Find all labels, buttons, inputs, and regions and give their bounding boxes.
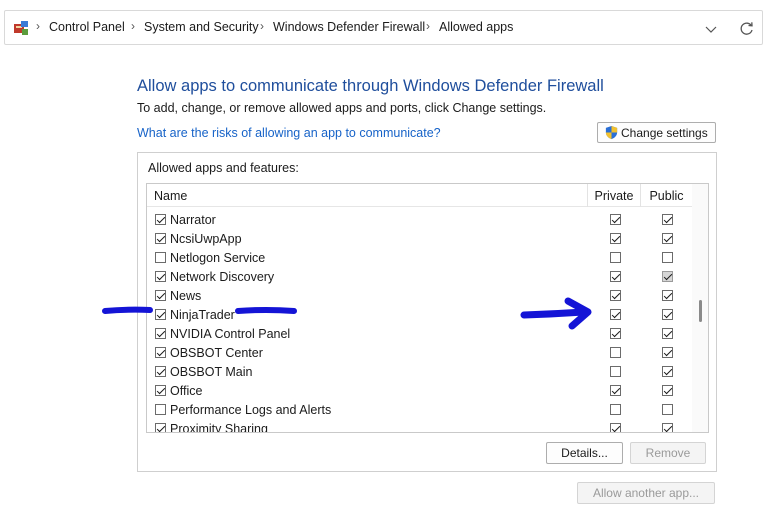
app-row[interactable]: Office xyxy=(147,381,692,400)
chevron-right-icon: › xyxy=(36,19,40,33)
public-checkbox[interactable] xyxy=(662,423,673,432)
private-checkbox[interactable] xyxy=(610,233,621,244)
app-enabled-checkbox[interactable] xyxy=(155,404,166,415)
page-title: Allow apps to communicate through Window… xyxy=(137,77,604,95)
app-row[interactable]: Performance Logs and Alerts xyxy=(147,400,692,419)
address-bar[interactable]: › Control Panel › System and Security › … xyxy=(4,10,763,45)
remove-button[interactable]: Remove xyxy=(630,442,706,464)
chevron-down-icon[interactable] xyxy=(702,21,720,37)
allowed-apps-group: Allowed apps and features: Name Private … xyxy=(137,152,717,472)
vertical-scrollbar[interactable] xyxy=(692,184,708,432)
breadcrumb-allowed-apps[interactable]: Allowed apps xyxy=(439,20,513,34)
app-row[interactable]: Network Discovery xyxy=(147,267,692,286)
allow-another-app-button[interactable]: Allow another app... xyxy=(577,482,715,504)
private-checkbox[interactable] xyxy=(610,309,621,320)
public-checkbox[interactable] xyxy=(662,347,673,358)
private-checkbox[interactable] xyxy=(610,328,621,339)
public-checkbox[interactable] xyxy=(662,404,673,415)
private-checkbox[interactable] xyxy=(610,290,621,301)
app-row[interactable]: Proximity Sharing xyxy=(147,419,692,433)
private-checkbox[interactable] xyxy=(610,423,621,432)
page-subtitle: To add, change, or remove allowed apps a… xyxy=(137,101,547,115)
public-checkbox[interactable] xyxy=(662,366,673,377)
column-header-name[interactable]: Name xyxy=(154,189,187,203)
app-enabled-checkbox[interactable] xyxy=(155,290,166,301)
chevron-right-icon: › xyxy=(260,19,264,33)
app-row[interactable]: Netlogon Service xyxy=(147,248,692,267)
app-enabled-checkbox[interactable] xyxy=(155,328,166,339)
private-checkbox[interactable] xyxy=(610,271,621,282)
annotation-redaction-mark xyxy=(235,307,297,314)
app-enabled-checkbox[interactable] xyxy=(155,366,166,377)
app-name: Performance Logs and Alerts xyxy=(170,403,332,417)
app-row[interactable]: News xyxy=(147,286,692,305)
app-name: NcsiUwpApp xyxy=(170,232,242,246)
control-panel-icon xyxy=(14,21,28,35)
app-enabled-checkbox[interactable] xyxy=(155,347,166,358)
public-checkbox[interactable] xyxy=(662,233,673,244)
public-checkbox[interactable] xyxy=(662,290,673,301)
private-checkbox[interactable] xyxy=(610,385,621,396)
public-checkbox[interactable] xyxy=(662,385,673,396)
column-header-private[interactable]: Private xyxy=(587,184,640,207)
private-checkbox[interactable] xyxy=(610,366,621,377)
chevron-right-icon: › xyxy=(426,19,430,33)
app-enabled-checkbox[interactable] xyxy=(155,214,166,225)
app-row[interactable]: NinjaTrader xyxy=(147,305,692,324)
private-checkbox[interactable] xyxy=(610,404,621,415)
public-checkbox[interactable] xyxy=(662,271,673,282)
allowed-apps-label: Allowed apps and features: xyxy=(148,161,299,175)
app-name: Proximity Sharing xyxy=(170,422,268,433)
app-row[interactable]: NcsiUwpApp xyxy=(147,229,692,248)
app-name: Narrator xyxy=(170,213,216,227)
chevron-right-icon: › xyxy=(131,19,135,33)
details-button[interactable]: Details... xyxy=(546,442,623,464)
breadcrumb-system-security[interactable]: System and Security xyxy=(144,20,259,34)
app-name: NinjaTrader xyxy=(170,308,235,322)
app-name: Network Discovery xyxy=(170,270,275,284)
annotation-arrow xyxy=(520,297,592,330)
app-name: NVIDIA Control Panel xyxy=(170,327,291,341)
change-settings-label: Change settings xyxy=(621,125,708,140)
app-name: OBSBOT Main xyxy=(170,365,253,379)
app-row[interactable]: Narrator xyxy=(147,210,692,229)
uac-shield-icon xyxy=(605,125,618,140)
breadcrumb-firewall[interactable]: Windows Defender Firewall xyxy=(273,20,425,34)
refresh-icon[interactable] xyxy=(738,20,756,38)
scrollbar-thumb[interactable] xyxy=(699,300,702,322)
app-name: News xyxy=(170,289,202,303)
public-checkbox[interactable] xyxy=(662,309,673,320)
list-header: Name Private Public xyxy=(147,184,692,207)
app-name: OBSBOT Center xyxy=(170,346,263,360)
app-enabled-checkbox[interactable] xyxy=(155,423,166,432)
private-checkbox[interactable] xyxy=(610,214,621,225)
breadcrumb-control-panel[interactable]: Control Panel xyxy=(49,20,125,34)
app-enabled-checkbox[interactable] xyxy=(155,309,166,320)
app-row[interactable]: NVIDIA Control Panel xyxy=(147,324,692,343)
private-checkbox[interactable] xyxy=(610,347,621,358)
app-name: Netlogon Service xyxy=(170,251,266,265)
column-header-public[interactable]: Public xyxy=(640,184,692,207)
app-enabled-checkbox[interactable] xyxy=(155,252,166,263)
app-enabled-checkbox[interactable] xyxy=(155,271,166,282)
app-row[interactable]: OBSBOT Center xyxy=(147,343,692,362)
risks-link[interactable]: What are the risks of allowing an app to… xyxy=(137,126,441,140)
public-checkbox[interactable] xyxy=(662,252,673,263)
app-enabled-checkbox[interactable] xyxy=(155,233,166,244)
public-checkbox[interactable] xyxy=(662,214,673,225)
public-checkbox[interactable] xyxy=(662,328,673,339)
private-checkbox[interactable] xyxy=(610,252,621,263)
allowed-apps-list[interactable]: Name Private Public Narrator NcsiUwpApp Ne… xyxy=(146,183,709,433)
app-enabled-checkbox[interactable] xyxy=(155,385,166,396)
annotation-left-mark xyxy=(102,306,153,314)
change-settings-button[interactable]: Change settings xyxy=(597,122,716,143)
app-name: Office xyxy=(170,384,203,398)
app-row[interactable]: OBSBOT Main xyxy=(147,362,692,381)
